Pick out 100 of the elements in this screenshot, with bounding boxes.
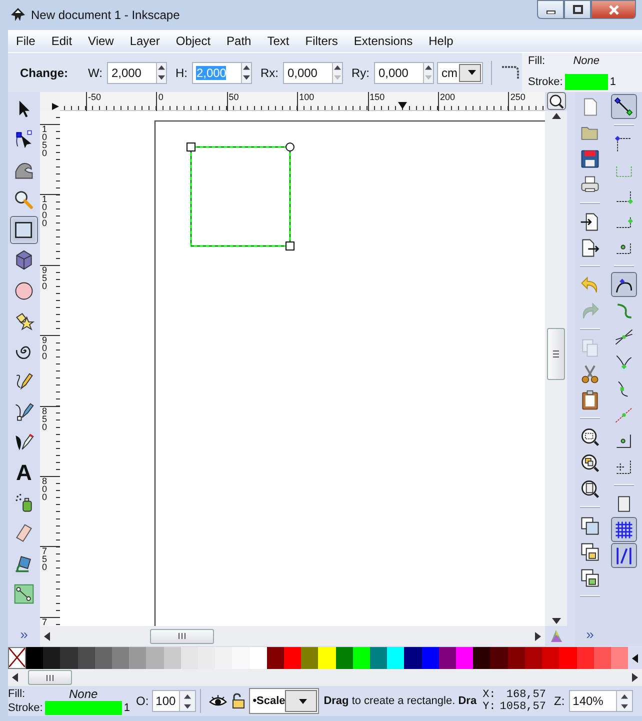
number-field[interactable]: 0,000 [283,62,344,84]
color-swatch[interactable] [215,647,232,669]
menu-item[interactable]: File [8,34,44,48]
scroll-down-icon[interactable] [552,618,560,624]
snap-toggle-button[interactable] [610,543,636,568]
color-swatch[interactable] [129,647,146,669]
zoom-drawing-icon [579,452,601,474]
color-swatch[interactable] [301,647,318,669]
spin-buttons[interactable] [332,62,342,82]
ruler-label: 800 [42,476,48,501]
color-swatch[interactable] [594,647,611,669]
menu-item[interactable]: Extensions [346,34,421,48]
menu-item[interactable]: Path [218,34,260,48]
no-paint-swatch[interactable] [8,647,26,669]
scroll-right-icon[interactable] [632,673,638,682]
scroll-left-icon[interactable] [12,673,18,682]
spin-buttons[interactable] [156,62,166,82]
eye-icon[interactable] [208,694,227,708]
spin-buttons[interactable] [616,691,632,711]
color-swatch[interactable] [490,647,508,669]
resize-handle[interactable] [286,242,294,250]
color-swatch[interactable] [370,647,388,669]
zoom-icon [549,94,564,108]
menu-item[interactable]: Help [420,34,462,48]
color-swatch[interactable] [318,647,336,669]
color-swatch[interactable] [60,647,78,669]
color-swatch[interactable] [576,647,594,669]
color-swatch[interactable] [266,647,284,669]
color-swatch[interactable] [542,647,560,669]
color-swatch[interactable] [43,647,60,669]
selected-rectangle[interactable] [190,146,291,247]
color-swatch[interactable] [78,647,95,669]
corner-radius-handle[interactable] [286,142,294,152]
color-swatch[interactable] [26,647,44,669]
color-swatch[interactable] [250,647,267,669]
menu-item[interactable]: Layer [122,34,168,48]
spin-buttons[interactable] [423,62,434,82]
menu-item[interactable]: Filters [297,34,346,48]
scroll-right-icon[interactable] [535,632,541,640]
color-swatch[interactable] [438,647,456,669]
stroke-swatch[interactable] [44,701,122,715]
maximize-button[interactable] [564,0,591,19]
color-swatch[interactable] [610,647,628,669]
color-swatch[interactable] [524,647,542,669]
color-swatch[interactable] [508,647,525,669]
minimize-button[interactable] [537,0,564,19]
snap-toggle-button[interactable] [610,272,636,297]
color-swatch[interactable] [473,647,490,669]
color-swatch[interactable] [146,647,164,669]
number-field[interactable]: 2,000 [107,62,168,84]
spin-buttons[interactable] [178,691,195,711]
menu-item[interactable]: Object [168,34,219,48]
scrollbar-thumb[interactable] [547,328,565,380]
stroke-swatch[interactable] [564,74,608,90]
color-swatch[interactable] [352,647,370,669]
opacity-field[interactable]: 100 [152,690,196,712]
palette-scrollbar[interactable] [8,669,642,686]
color-swatch[interactable] [112,647,130,669]
number-field[interactable]: 0,000 [374,62,434,84]
layer-dropdown[interactable]: •Scale [248,688,319,714]
color-swatch[interactable] [232,647,250,669]
color-swatch[interactable] [164,647,181,669]
scrollbar-thumb[interactable] [28,670,72,685]
color-swatch[interactable] [336,647,353,669]
caret-icon [468,70,476,75]
menu-item[interactable]: Text [259,34,298,48]
scroll-left-icon[interactable] [44,632,50,640]
menu-item[interactable]: Edit [43,34,80,48]
menu-item[interactable]: View [80,34,122,48]
resize-handle[interactable] [186,142,196,152]
color-swatch[interactable] [559,647,576,669]
color-swatch[interactable] [422,647,439,669]
color-swatch[interactable] [387,647,404,669]
overflow-chevron[interactable]: » [20,626,28,642]
rounded-corner-icon[interactable] [500,64,520,80]
snap-toggle-button[interactable] [610,517,636,542]
scroll-up-icon[interactable] [552,113,560,119]
maximize-icon [572,5,582,14]
color-swatch[interactable] [456,647,474,669]
spin-buttons[interactable] [241,62,252,82]
scrollbar-thumb[interactable] [150,628,214,644]
zoom-field[interactable]: 140% [568,690,633,712]
horizontal-scrollbar[interactable] [40,626,545,646]
color-swatch[interactable] [284,647,302,669]
snap-toggle-button[interactable] [610,94,636,119]
tool-button[interactable]: A [10,458,38,487]
close-button[interactable] [591,0,636,19]
vertical-scrollbar[interactable] [545,111,567,626]
color-swatch[interactable] [404,647,422,669]
unit-dropdown[interactable]: cm [437,62,484,84]
overflow-chevron[interactable]: » [586,626,594,642]
color-swatch[interactable] [198,647,216,669]
unlocked-padlock-icon[interactable] [230,693,245,709]
tool-button[interactable] [10,216,38,244]
color-swatch[interactable] [94,647,112,669]
color-triangle-icon[interactable] [549,629,563,643]
color-swatch[interactable] [180,647,198,669]
zoom-1-1-button[interactable] [547,92,566,110]
palette-menu-icon[interactable] [632,654,638,662]
x-coordinate: 168,57 [505,689,546,701]
